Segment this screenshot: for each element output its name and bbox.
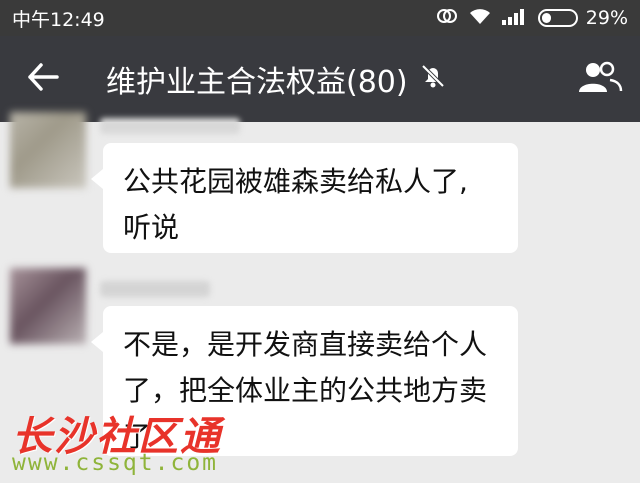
status-icons: 29% — [436, 5, 628, 32]
message-line: 公共花园被雄森卖给私人了, — [123, 165, 468, 198]
sender-name-redacted — [100, 281, 210, 297]
battery-percent: 29% — [585, 7, 628, 29]
sender-name-redacted — [100, 118, 240, 134]
chat-title: 维护业主合法权益(80) — [106, 65, 408, 100]
status-bar: 中午12:49 29% — [0, 0, 640, 36]
message-line: 不是，是开发商直接卖给个人 — [123, 328, 488, 361]
bell-off-icon — [420, 62, 446, 97]
chat-header: 维护业主合法权益(80) — [0, 36, 640, 122]
message-bubble[interactable]: 公共花园被雄森卖给私人了, 听说 — [91, 143, 518, 253]
battery-icon — [537, 9, 578, 27]
wifi-icon — [468, 6, 492, 31]
battery-status: 29% — [537, 7, 628, 29]
status-time: 中午12:49 — [12, 8, 105, 31]
group-members-icon — [577, 61, 623, 97]
chat-title-area: 维护业主合法权益(80) — [106, 57, 560, 101]
avatar[interactable] — [10, 112, 86, 188]
avatar[interactable] — [10, 268, 86, 344]
signal-icon — [501, 7, 528, 30]
back-button[interactable] — [0, 36, 86, 122]
sync-icon — [436, 5, 458, 32]
watermark-url: www.cssqt.com — [12, 450, 219, 476]
battery-fill — [541, 13, 551, 23]
group-members-button[interactable] — [560, 36, 640, 122]
back-arrow-icon — [27, 63, 59, 95]
message-line: 听说 — [123, 211, 180, 244]
